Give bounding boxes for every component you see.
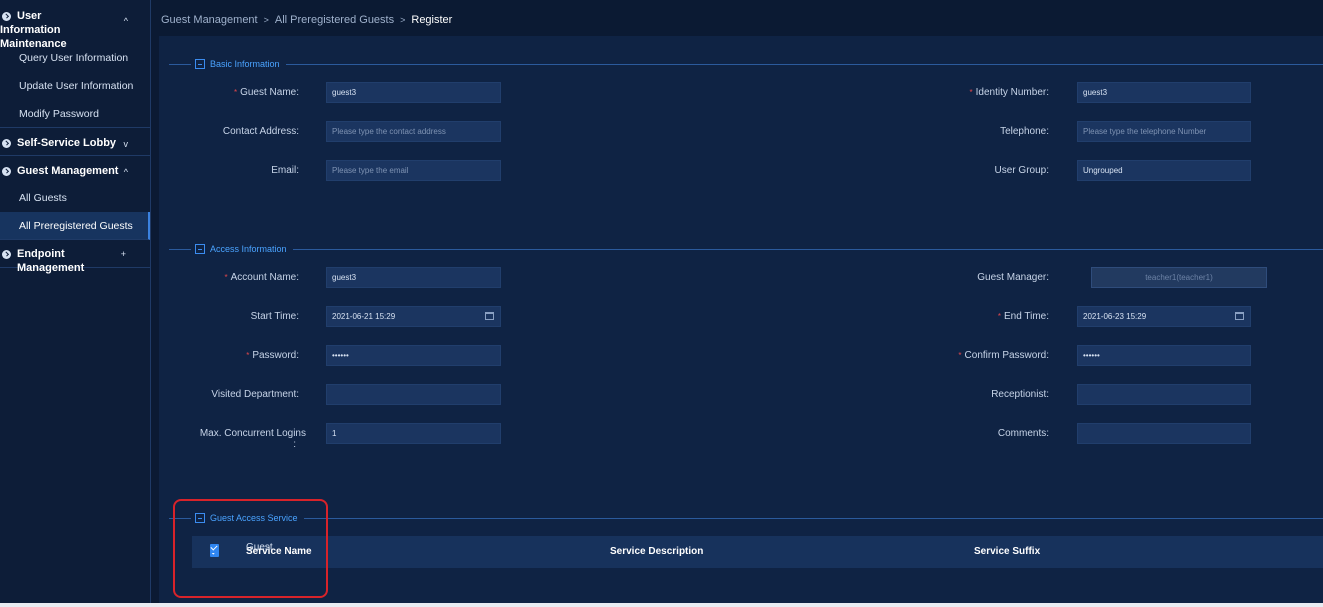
row-checkbox[interactable] [210, 544, 219, 553]
end-time-value: 2021-06-23 15:29 [1083, 312, 1147, 321]
register-form: Basic Information * Guest Name: guest3 * I… [159, 36, 1323, 607]
end-time-picker[interactable]: 2021-06-23 15:29 [1077, 306, 1251, 327]
nav-group-user-information-maintenance[interactable]: User Information Maintenance ^ [0, 0, 150, 50]
breadcrumb-guest-management[interactable]: Guest Management [161, 14, 258, 26]
identity-number-input[interactable]: guest3 [1077, 82, 1251, 103]
breadcrumb-current: Register [411, 14, 453, 26]
password-label: * Password: [246, 350, 299, 361]
user-group-label: User Group: [994, 165, 1049, 176]
nav-group-label: User Information Maintenance [0, 10, 67, 50]
sidebar-item-update-user-information[interactable]: Update User Information [0, 72, 150, 100]
nav-group-label: Endpoint Management [17, 248, 85, 274]
breadcrumb: Guest Management > All Preregistered Guest… [161, 14, 452, 26]
check-circle-icon [2, 250, 11, 259]
telephone-input[interactable]: Please type the telephone Number [1077, 121, 1251, 142]
calendar-icon[interactable] [1235, 312, 1244, 320]
nav-group-endpoint-management[interactable]: Endpoint Management + [0, 240, 150, 274]
sidebar: User Information Maintenance ^ Query Use… [0, 0, 151, 607]
check-circle-icon [2, 139, 11, 148]
nav-group-guest-management[interactable]: Guest Management ^ [0, 156, 150, 184]
confirm-password-label: * Confirm Password: [958, 350, 1049, 361]
sidebar-item-all-preregistered-guests[interactable]: All Preregistered Guests [0, 212, 150, 240]
account-name-label: * Account Name: [224, 272, 300, 283]
start-time-label: Start Time: [250, 311, 299, 322]
sidebar-item-all-guests[interactable]: All Guests [0, 184, 150, 212]
contact-address-input[interactable]: Please type the contact address [326, 121, 501, 142]
start-time-value: 2021-06-21 15:29 [332, 312, 396, 321]
check-circle-icon [2, 12, 11, 21]
user-group-select[interactable]: Ungrouped [1077, 160, 1251, 181]
account-name-input[interactable]: guest3 [326, 267, 501, 288]
collapse-icon[interactable] [195, 59, 205, 69]
nav-group-label: Guest Management [17, 165, 119, 177]
nav-group-self-service-lobby[interactable]: Self-Service Lobby v [0, 128, 150, 156]
max-concurrent-logins-label: Max. Concurrent Logins : [199, 428, 306, 450]
collapse-icon[interactable] [195, 513, 205, 523]
receptionist-input[interactable] [1077, 384, 1251, 405]
telephone-label: Telephone: [1000, 126, 1049, 137]
main-content: Guest Management > All Preregistered Guest… [151, 0, 1323, 607]
calendar-icon[interactable] [485, 312, 494, 320]
comments-label: Comments: [997, 428, 1049, 439]
breadcrumb-separator: > [400, 15, 406, 25]
basic-information-section-title: Basic Information [159, 58, 1323, 70]
guest-name-input[interactable]: guest3 [326, 82, 501, 103]
max-concurrent-logins-input[interactable]: 1 [326, 423, 501, 444]
comments-input[interactable] [1077, 423, 1251, 444]
section-label: Basic Information [210, 59, 280, 69]
guest-manager-input: teacher1(teacher1) [1091, 267, 1267, 288]
breadcrumb-all-preregistered-guests[interactable]: All Preregistered Guests [275, 14, 394, 26]
check-circle-icon [2, 167, 11, 176]
section-label: Guest Access Service [210, 513, 298, 523]
expand-plus-icon[interactable]: + [121, 247, 126, 261]
sidebar-item-modify-password[interactable]: Modify Password [0, 100, 150, 128]
chevron-up-icon[interactable]: ^ [124, 14, 128, 28]
section-label: Access Information [210, 244, 287, 254]
collapse-icon[interactable] [195, 244, 205, 254]
access-information-section-title: Access Information [159, 243, 1323, 255]
table-row[interactable]: Guest [192, 534, 1323, 562]
password-input[interactable]: •••••• [326, 345, 501, 366]
confirm-password-input[interactable]: •••••• [1077, 345, 1251, 366]
identity-number-label: * Identity Number: [969, 87, 1050, 98]
visited-department-label: Visited Department: [211, 389, 299, 400]
receptionist-label: Receptionist: [991, 389, 1049, 400]
guest-access-service-section-title: Guest Access Service [159, 512, 1323, 524]
service-name-cell: Guest [246, 542, 273, 553]
contact-address-label: Contact Address: [222, 126, 299, 137]
visited-department-input[interactable] [326, 384, 501, 405]
start-time-picker[interactable]: 2021-06-21 15:29 [326, 306, 501, 327]
guest-manager-label: Guest Manager: [977, 272, 1049, 283]
end-time-label: * End Time: [997, 311, 1049, 322]
nav-group-label: Self-Service Lobby [17, 137, 117, 149]
bottom-bar [0, 603, 1323, 607]
guest-name-label: * Guest Name: [233, 87, 299, 98]
email-label: Email: [271, 165, 299, 176]
breadcrumb-separator: > [263, 15, 269, 25]
chevron-up-icon[interactable]: ^ [124, 165, 128, 179]
chevron-down-icon[interactable]: v [124, 137, 129, 151]
email-input[interactable]: Please type the email [326, 160, 501, 181]
